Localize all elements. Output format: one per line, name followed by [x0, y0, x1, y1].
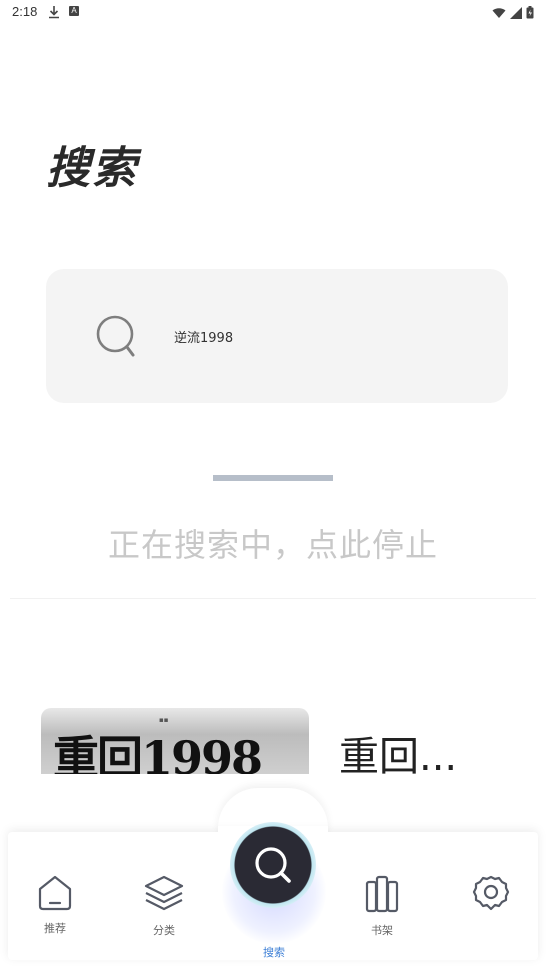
cover-title: 重回1998 — [53, 731, 263, 774]
nav-item-recommend[interactable]: 推荐 — [10, 874, 100, 936]
book-title: 重回... — [339, 734, 458, 780]
signal-icon — [510, 4, 522, 23]
nav-item-search[interactable] — [230, 822, 316, 908]
nav-label-recommend: 推荐 — [44, 922, 66, 935]
page-title: 搜索 — [46, 143, 138, 194]
status-bar: 2:18 A — [0, 0, 546, 24]
search-input[interactable]: 逆流1998 — [174, 327, 233, 346]
layers-icon — [119, 874, 209, 918]
search-icon — [251, 843, 295, 891]
home-icon — [10, 874, 100, 916]
stop-search-link[interactable]: 正在搜索中，点此停止 — [0, 520, 546, 566]
divider — [10, 598, 536, 599]
settings-icon — [446, 874, 536, 918]
book-cover: ▪▪ 重回1998 — [41, 708, 309, 774]
nav-label-search[interactable]: 搜索 — [222, 944, 326, 960]
nav-item-bookshelf[interactable]: 书架 — [337, 874, 427, 938]
bookshelf-icon — [337, 874, 427, 918]
nav-item-settings[interactable] — [446, 874, 536, 922]
status-time: 2:18 — [12, 4, 38, 19]
wifi-icon — [492, 4, 506, 23]
download-icon — [48, 4, 60, 23]
nav-label-category: 分类 — [153, 924, 175, 937]
notification-icon: A — [69, 6, 79, 16]
search-result-item[interactable]: ▪▪ 重回1998 重回... — [41, 706, 501, 780]
status-indicators — [492, 4, 534, 23]
search-progress-bar — [213, 475, 333, 481]
nav-item-category[interactable]: 分类 — [119, 874, 209, 938]
nav-label-bookshelf: 书架 — [371, 924, 393, 937]
search-icon — [96, 315, 138, 363]
search-box[interactable]: 逆流1998 — [46, 269, 508, 403]
battery-icon — [526, 4, 534, 23]
